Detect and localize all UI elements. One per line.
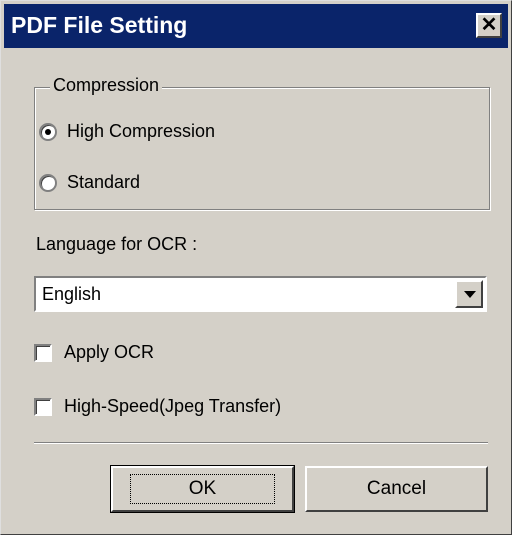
title-bar: PDF File Setting ✕ bbox=[4, 4, 508, 48]
ocr-language-selected: English bbox=[42, 284, 102, 304]
separator bbox=[34, 442, 488, 444]
dropdown-arrow-icon[interactable] bbox=[455, 280, 483, 308]
cancel-button[interactable]: Cancel bbox=[305, 466, 488, 512]
close-icon: ✕ bbox=[480, 14, 498, 36]
high-speed-checkbox[interactable]: High-Speed(Jpeg Transfer) bbox=[34, 396, 281, 417]
checkbox-icon bbox=[34, 397, 52, 416]
pdf-file-setting-dialog: PDF File Setting ✕ Compression High Comp… bbox=[0, 0, 512, 535]
radio-checked-icon bbox=[39, 122, 57, 141]
dialog-title: PDF File Setting bbox=[11, 12, 188, 38]
radio-unchecked-icon bbox=[39, 173, 57, 192]
standard-radio[interactable]: Standard bbox=[39, 172, 140, 193]
high-compression-label: High Compression bbox=[67, 121, 216, 141]
high-speed-label: High-Speed(Jpeg Transfer) bbox=[64, 396, 282, 416]
ocr-language-dropdown[interactable]: English bbox=[34, 276, 487, 312]
apply-ocr-checkbox[interactable]: Apply OCR bbox=[34, 342, 154, 363]
close-button[interactable]: ✕ bbox=[476, 13, 502, 38]
apply-ocr-label: Apply OCR bbox=[64, 342, 155, 362]
checkbox-icon bbox=[34, 343, 52, 362]
ocr-language-label: Language for OCR : bbox=[36, 234, 198, 254]
cancel-button-label: Cancel bbox=[366, 478, 427, 499]
standard-label: Standard bbox=[67, 172, 141, 192]
ok-button[interactable]: OK bbox=[110, 465, 295, 513]
high-compression-radio[interactable]: High Compression bbox=[39, 121, 215, 142]
ok-button-label: OK bbox=[129, 474, 276, 504]
compression-group-label: Compression bbox=[50, 75, 163, 96]
